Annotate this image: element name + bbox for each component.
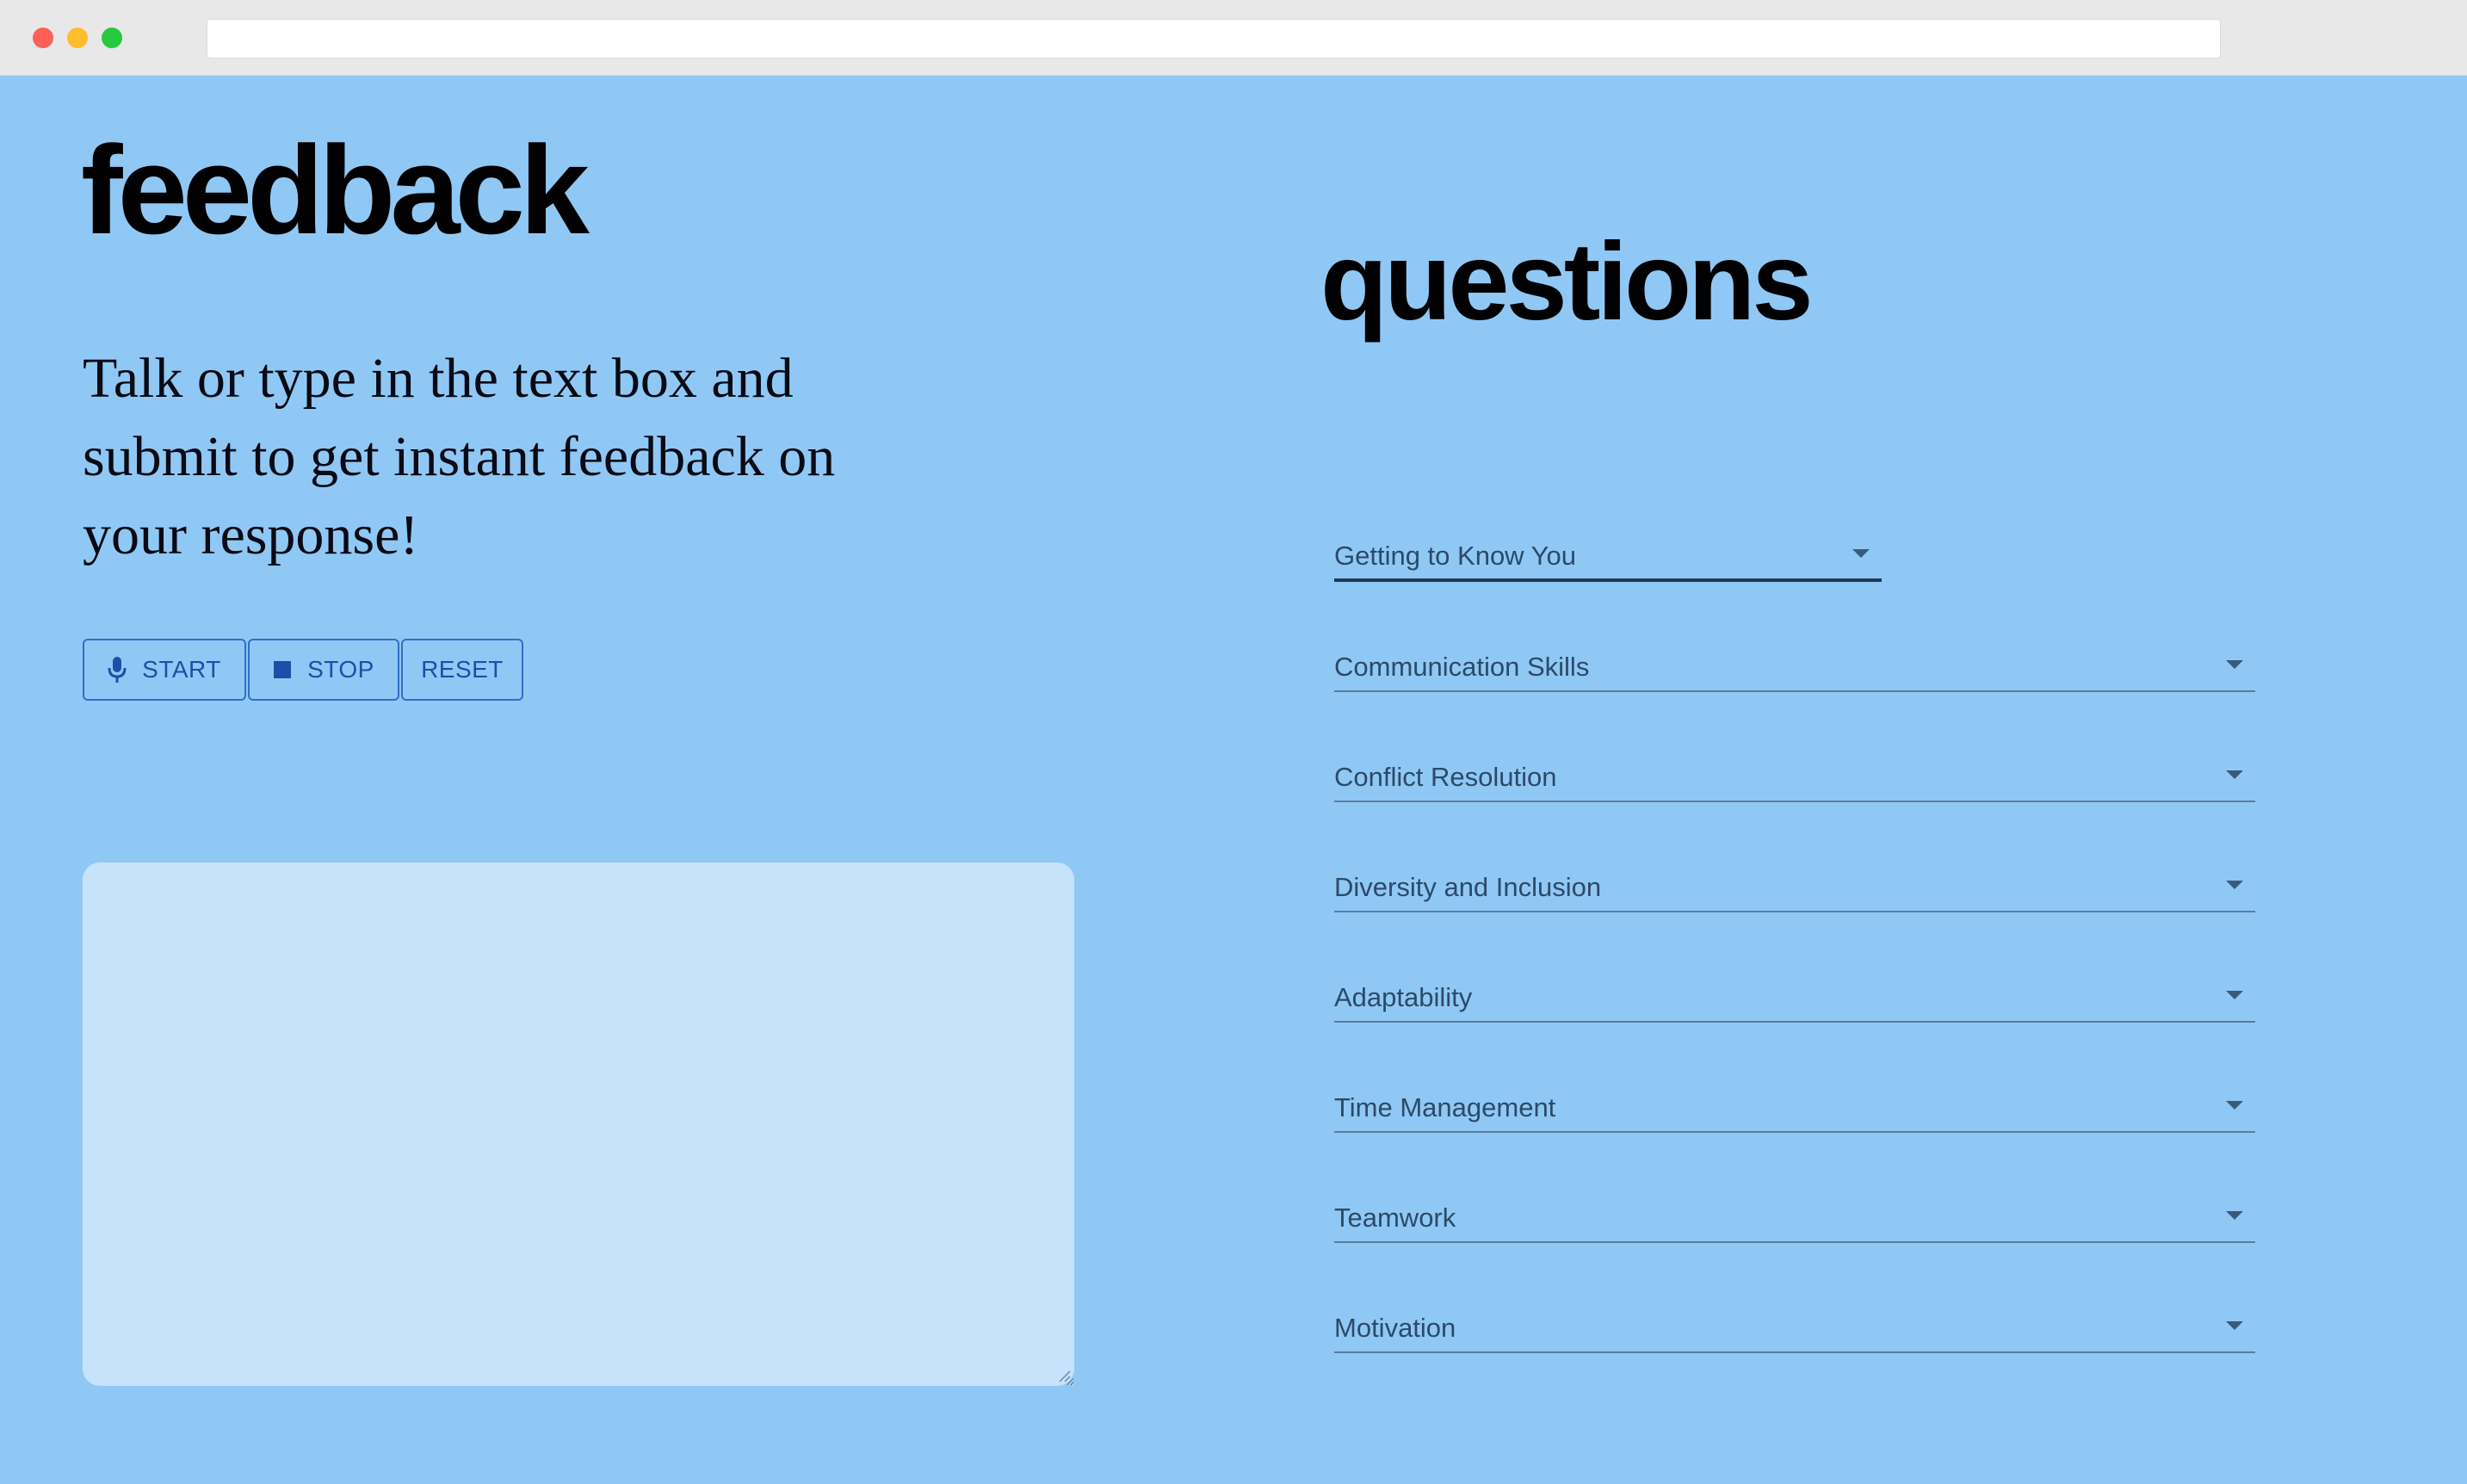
caret-down-icon	[2226, 660, 2243, 669]
select-conflict-resolution[interactable]: Conflict Resolution	[1334, 749, 2255, 802]
select-adaptability[interactable]: Adaptability	[1334, 969, 2255, 1023]
browser-chrome	[0, 0, 2467, 76]
start-button[interactable]: START	[83, 639, 246, 701]
start-button-label: START	[142, 656, 221, 683]
caret-down-icon	[2226, 1211, 2243, 1220]
stop-square-icon	[273, 660, 292, 679]
resize-grip-icon[interactable]	[1057, 1369, 1071, 1382]
caret-down-icon	[2226, 770, 2243, 779]
select-time-management[interactable]: Time Management	[1334, 1079, 2255, 1133]
response-textbox[interactable]	[83, 863, 1074, 1386]
select-communication-skills[interactable]: Communication Skills	[1334, 639, 2255, 692]
stop-button-label: STOP	[307, 656, 374, 683]
select-motivation[interactable]: Motivation	[1334, 1300, 2255, 1353]
select-diversity-and-inclusion[interactable]: Diversity and Inclusion	[1334, 859, 2255, 912]
close-window-icon[interactable]	[33, 28, 53, 48]
reset-button[interactable]: RESET	[401, 639, 523, 701]
caret-down-icon	[2226, 991, 2243, 999]
recording-controls: START STOP RESET	[83, 639, 523, 701]
select-teamwork[interactable]: Teamwork	[1334, 1190, 2255, 1243]
caret-down-icon	[1852, 549, 1870, 558]
feedback-title: feedback	[81, 120, 590, 260]
select-label: Motivation	[1334, 1313, 1456, 1343]
caret-down-icon	[2226, 881, 2243, 889]
caret-down-icon	[2226, 1101, 2243, 1110]
microphone-icon	[108, 656, 127, 683]
intro-text: Talk or type in the text box and submit …	[83, 347, 836, 566]
minimize-window-icon[interactable]	[67, 28, 88, 48]
select-label: Adaptability	[1334, 982, 1473, 1012]
maximize-window-icon[interactable]	[102, 28, 122, 48]
select-label: Conflict Resolution	[1334, 762, 1557, 792]
select-label: Diversity and Inclusion	[1334, 872, 1602, 902]
caret-down-icon	[2226, 1321, 2243, 1330]
address-bar[interactable]	[207, 19, 2221, 59]
stop-button[interactable]: STOP	[248, 639, 399, 701]
reset-button-label: RESET	[421, 656, 504, 683]
select-label: Getting to Know You	[1334, 541, 1576, 571]
select-label: Teamwork	[1334, 1203, 1456, 1233]
page: feedback Talk or type in the text box an…	[0, 76, 2467, 1484]
select-label: Communication Skills	[1334, 652, 1590, 682]
select-label: Time Management	[1334, 1092, 1556, 1122]
select-getting-to-know-you[interactable]: Getting to Know You	[1334, 529, 1882, 582]
questions-title: questions	[1320, 220, 1813, 343]
